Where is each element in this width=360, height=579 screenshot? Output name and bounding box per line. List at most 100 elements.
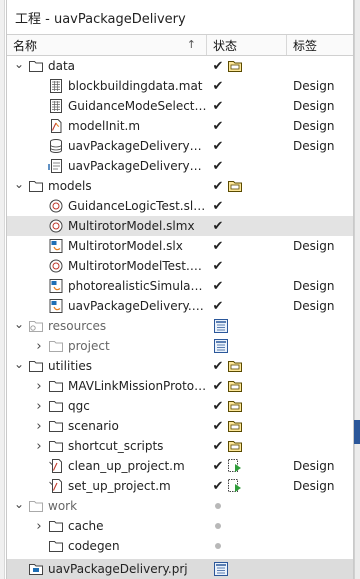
folder-status-icon bbox=[227, 438, 243, 454]
tree-row[interactable]: photorealisticSimulation... ✔ Design bbox=[7, 276, 353, 296]
script-file-icon bbox=[48, 458, 64, 474]
project-file-name-cell: uavPackageDelivery.prj bbox=[7, 561, 207, 577]
tree-row-status-cell: ✔ bbox=[207, 58, 287, 74]
tree-row-status-cell bbox=[207, 523, 287, 529]
tree-row[interactable]: modelInit.m ✔ Design bbox=[7, 116, 353, 136]
check-icon: ✔ bbox=[212, 438, 224, 454]
tree-row-status-cell: ✔ bbox=[207, 219, 287, 234]
tree-row-name-cell: uavPackageDeliveryData... bbox=[7, 138, 207, 154]
tree-row-label-tag: Design bbox=[293, 299, 335, 313]
tree-row[interactable]: ⌄ resources bbox=[7, 316, 353, 336]
sort-up-icon[interactable]: ↑ bbox=[187, 38, 196, 51]
run-status-icon bbox=[227, 458, 243, 474]
check-icon: ✔ bbox=[212, 178, 224, 194]
tree-row[interactable]: uavPackageDeliveryData... ✔ Design bbox=[7, 136, 353, 156]
chevron-right-icon[interactable]: › bbox=[33, 519, 45, 534]
test-file-icon bbox=[48, 218, 64, 234]
tree-row[interactable]: › scenario ✔ bbox=[7, 416, 353, 436]
tree-row-label: cache bbox=[68, 519, 104, 533]
resources-status-icon bbox=[213, 338, 229, 354]
chevron-down-icon[interactable]: ⌄ bbox=[13, 58, 25, 71]
tree-row[interactable]: GuidanceModeSelector_... ✔ Design bbox=[7, 96, 353, 116]
caret-spacer bbox=[33, 300, 45, 312]
caret-spacer bbox=[33, 140, 45, 152]
column-header-label[interactable]: 标签 bbox=[287, 35, 353, 55]
folder-status-icon bbox=[227, 378, 243, 394]
column-header-status[interactable]: 状态 bbox=[207, 35, 287, 55]
mat-file-icon bbox=[48, 78, 64, 94]
chevron-down-icon[interactable]: ⌄ bbox=[13, 498, 25, 511]
tree-row[interactable]: › shortcut_scripts ✔ bbox=[7, 436, 353, 456]
tree-row[interactable]: ⌄ models ✔ bbox=[7, 176, 353, 196]
chevron-right-icon[interactable]: › bbox=[33, 399, 45, 414]
tree-row-label: uavPackageDeliveryReqs... bbox=[68, 159, 207, 173]
tree-row-status-cell: ✔ bbox=[207, 418, 287, 434]
tree-row[interactable]: MultirotorModelTest.slmx ✔ bbox=[7, 256, 353, 276]
tree-row[interactable]: ⌄ work bbox=[7, 496, 353, 516]
tree-row[interactable]: codegen bbox=[7, 536, 353, 556]
tree-row-label-tag: Design bbox=[293, 239, 335, 253]
tree-row-name-cell: blockbuildingdata.mat bbox=[7, 78, 207, 94]
tree-row-status-cell: ✔ bbox=[207, 119, 287, 134]
project-file-row[interactable]: uavPackageDelivery.prj bbox=[7, 559, 353, 579]
tree-row[interactable]: ⌄ data ✔ bbox=[7, 56, 353, 76]
tree-row-label: uavPackageDelivery.slx bbox=[68, 299, 207, 313]
chevron-down-icon[interactable]: ⌄ bbox=[13, 318, 25, 331]
simulink-model-icon bbox=[48, 298, 64, 314]
tree-row-label: shortcut_scripts bbox=[68, 439, 164, 453]
tree-row-label: uavPackageDeliveryData... bbox=[68, 139, 207, 153]
tree-row[interactable]: blockbuildingdata.mat ✔ Design bbox=[7, 76, 353, 96]
tree-row-label: resources bbox=[48, 319, 107, 333]
chevron-down-icon[interactable]: ⌄ bbox=[13, 358, 25, 371]
tree-row[interactable]: set_up_project.m ✔ Design bbox=[7, 476, 353, 496]
folder-status-icon bbox=[227, 398, 243, 414]
tree-row[interactable]: ⌄ utilities ✔ bbox=[7, 356, 353, 376]
tree-row-status-cell: ✔ bbox=[207, 438, 287, 454]
caret-spacer bbox=[33, 160, 45, 172]
tree-row[interactable]: › project bbox=[7, 336, 353, 356]
chevron-right-icon[interactable]: › bbox=[33, 339, 45, 354]
tree-row[interactable]: uavPackageDelivery.slx ✔ Design bbox=[7, 296, 353, 316]
tree-row-name-cell: codegen bbox=[7, 538, 207, 554]
folder-light-icon bbox=[48, 338, 64, 354]
tree-row-name-cell: MultirotorModel.slmx bbox=[7, 218, 207, 234]
tree-row-label-tag: Design bbox=[293, 119, 335, 133]
folder-icon bbox=[48, 438, 64, 454]
folder-icon bbox=[28, 358, 44, 374]
chevron-right-icon[interactable]: › bbox=[33, 379, 45, 394]
tree-row-name-cell: ⌄ work bbox=[7, 498, 207, 514]
tree-row-name-cell: ⌄ resources bbox=[7, 318, 207, 334]
tree-row[interactable]: uavPackageDeliveryReqs... ✔ bbox=[7, 156, 353, 176]
tree-row-label: scenario bbox=[68, 419, 119, 433]
tree-row[interactable]: MultirotorModel.slmx ✔ bbox=[7, 216, 353, 236]
tree-row-name-cell: set_up_project.m bbox=[7, 478, 207, 494]
check-icon: ✔ bbox=[212, 118, 224, 134]
chevron-right-icon[interactable]: › bbox=[33, 419, 45, 434]
tree-row-label: qgc bbox=[68, 399, 90, 413]
chevron-right-icon[interactable]: › bbox=[33, 439, 45, 454]
tree-row[interactable]: GuidanceLogicTest.slmx ✔ bbox=[7, 196, 353, 216]
tree-row-name-cell: ⌄ models bbox=[7, 178, 207, 194]
tree-row-name-cell: › scenario bbox=[7, 418, 207, 434]
tree-row[interactable]: › cache bbox=[7, 516, 353, 536]
tree-row-name-cell: › cache bbox=[7, 518, 207, 534]
folder-icon bbox=[48, 538, 64, 554]
tree-row-name-cell: MultirotorModel.slx bbox=[7, 238, 207, 254]
tree-row-name-cell: › MAVLinkMissionProtocol... bbox=[7, 378, 207, 394]
chevron-down-icon[interactable]: ⌄ bbox=[13, 178, 25, 191]
tree-row[interactable]: › MAVLinkMissionProtocol... ✔ bbox=[7, 376, 353, 396]
simulink-model-icon bbox=[48, 238, 64, 254]
tree-row-label-tag: Design bbox=[293, 279, 335, 293]
project-file-icon bbox=[28, 561, 44, 577]
tree-row[interactable]: › qgc ✔ bbox=[7, 396, 353, 416]
tree-row-label: MAVLinkMissionProtocol... bbox=[68, 379, 207, 393]
tree-row-name-cell: uavPackageDeliveryReqs... bbox=[7, 158, 207, 174]
column-header-name[interactable]: 名称 ↑ bbox=[7, 35, 207, 55]
tree-row[interactable]: clean_up_project.m ✔ Design bbox=[7, 456, 353, 476]
tree-row-name-cell: clean_up_project.m bbox=[7, 458, 207, 474]
tree-row[interactable]: MultirotorModel.slx ✔ Design bbox=[7, 236, 353, 256]
tree-row-name-cell: modelInit.m bbox=[7, 118, 207, 134]
folder-icon bbox=[48, 418, 64, 434]
tree-row-status-cell bbox=[207, 543, 287, 549]
check-icon: ✔ bbox=[212, 258, 224, 274]
